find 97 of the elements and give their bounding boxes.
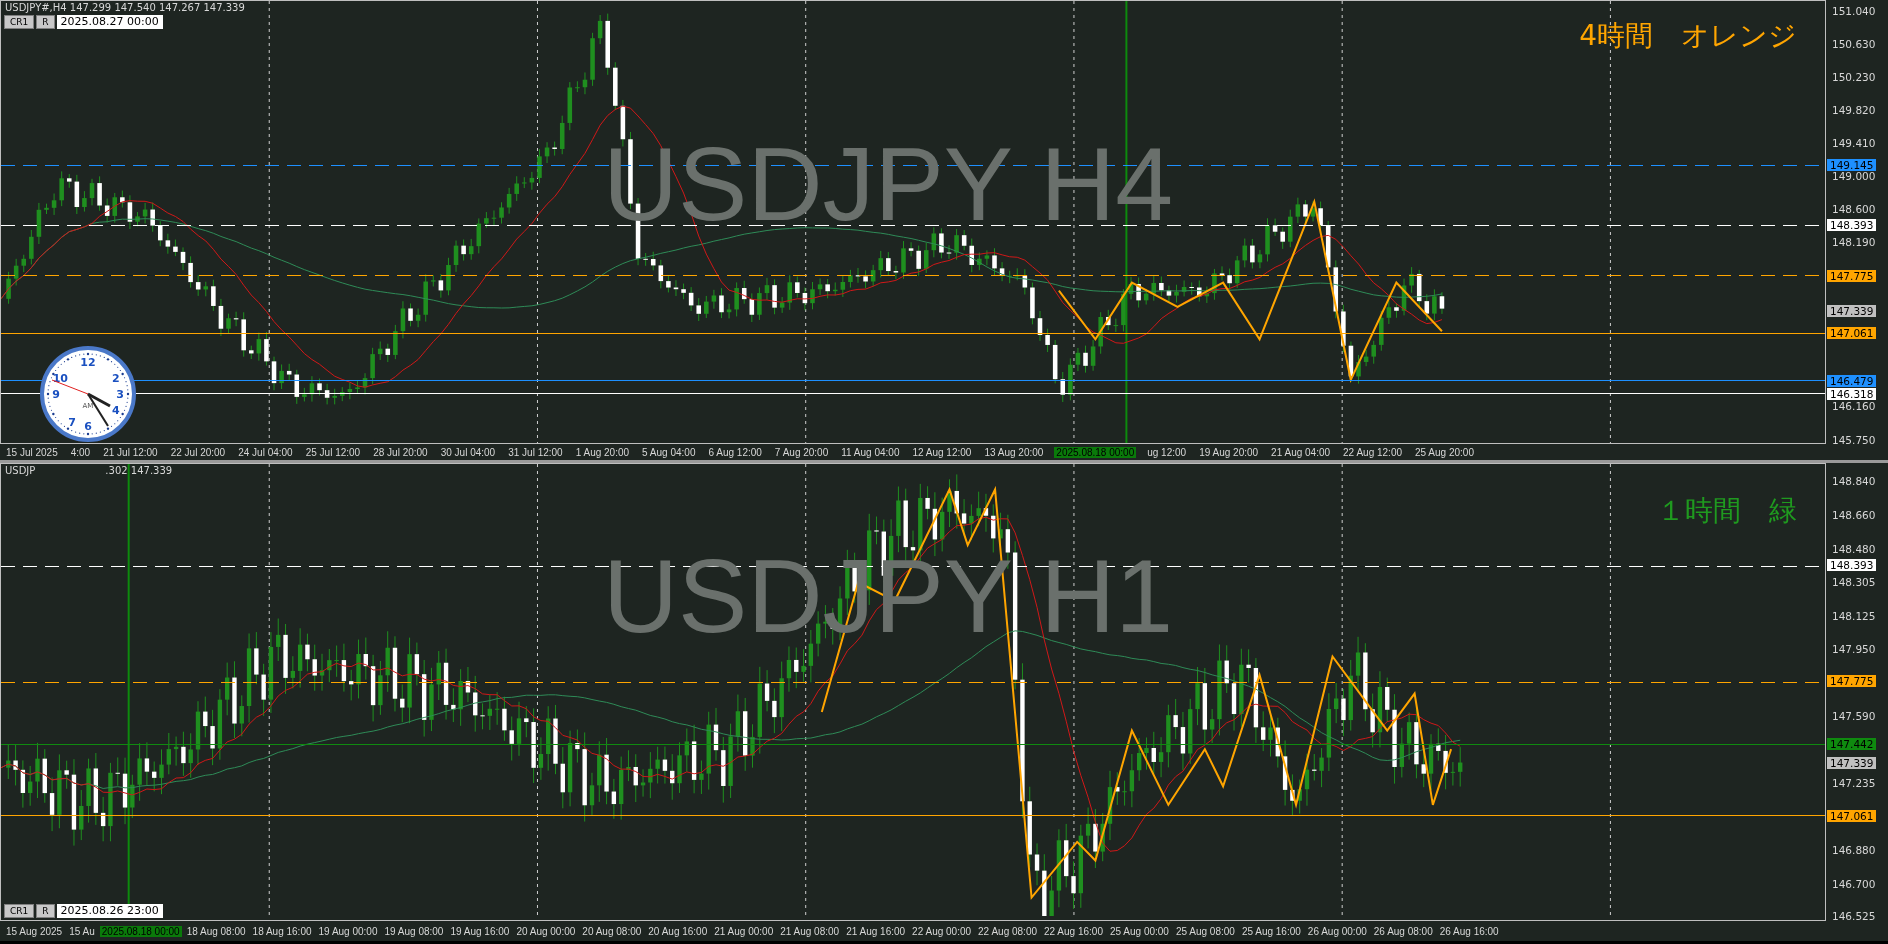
date-field[interactable]: 2025.08.27 00:00 (56, 15, 163, 29)
price-tick: 147.235 (1832, 776, 1876, 789)
time-label: 20 Aug 00:00 (515, 925, 577, 937)
price-level-label: 147.775 (1827, 675, 1877, 688)
time-label: 19 Aug 20:00 (1198, 446, 1260, 458)
clock-numeral: 6 (84, 420, 92, 433)
time-label: 24 Jul 04:00 (237, 446, 294, 458)
time-label: 21 Aug 04:00 (1270, 446, 1332, 458)
toolbar-button[interactable]: CR1 (4, 15, 35, 29)
price-tick: 147.590 (1832, 710, 1876, 723)
clock-numeral: 4 (111, 404, 120, 417)
time-label: 5 Aug 04:00 (641, 446, 697, 458)
toolbar-button[interactable]: CR1 (4, 904, 35, 918)
time-label: 15 Au (68, 925, 96, 937)
price-tick: 146.160 (1832, 400, 1876, 413)
time-label: 21 Aug 00:00 (713, 925, 775, 937)
time-label: 20 Aug 16:00 (647, 925, 709, 937)
price-level-label: 149.145 (1827, 158, 1877, 171)
time-label: 12 Aug 12:00 (911, 446, 973, 458)
price-tick: 148.480 (1832, 542, 1876, 555)
time-label: 11 Aug 04:00 (840, 446, 901, 458)
time-label: 22 Aug 16:00 (1043, 925, 1104, 937)
time-label: 6 Aug 12:00 (707, 446, 763, 458)
time-label: 22 Aug 08:00 (977, 925, 1038, 937)
time-label: ug 12:00 (1146, 446, 1188, 458)
price-tick: 146.880 (1832, 843, 1876, 856)
clock-numeral: 9 (52, 388, 60, 401)
time-label: 18 Aug 08:00 (185, 925, 247, 937)
time-label: 20 Aug 08:00 (581, 925, 643, 937)
time-label: 22 Jul 20:00 (169, 446, 227, 458)
price-tick: 148.840 (1832, 475, 1876, 488)
time-label: 19 Aug 00:00 (317, 925, 379, 937)
price-tick: 148.190 (1832, 235, 1876, 248)
price-tick: 148.600 (1832, 202, 1876, 215)
time-label: 18 Aug 16:00 (251, 925, 313, 937)
price-tick: 150.230 (1832, 70, 1876, 83)
price-tick: 148.305 (1832, 575, 1876, 588)
price-level-label: 146.479 (1827, 374, 1877, 387)
price-level-label: 147.339 (1827, 304, 1877, 317)
chart-header-text: .302 147.339 (105, 465, 173, 476)
time-label: 15 Jul 2025 (5, 446, 59, 458)
time-label: 15 Aug 2025 (5, 925, 64, 937)
price-tick: 148.125 (1832, 609, 1876, 622)
time-label: 21 Aug 08:00 (779, 925, 841, 937)
chart-header-text: USDJPY#,H4 147.299 147.540 147.267 147.339 (5, 2, 245, 13)
time-label: 22 Aug 12:00 (1342, 446, 1403, 458)
time-label: 1 Aug 20:00 (574, 446, 631, 458)
price-tick: 149.410 (1832, 137, 1876, 150)
time-label: 21 Jul 12:00 (102, 446, 159, 458)
time-label: 31 Jul 12:00 (507, 446, 564, 458)
clock-numeral: 3 (116, 388, 124, 401)
time-label: 25 Aug 08:00 (1174, 925, 1236, 937)
chart-note: １時間 緑 (1657, 493, 1797, 529)
price-level-label: 146.318 (1827, 387, 1877, 400)
time-label: 25 Aug 20:00 (1414, 446, 1475, 458)
price-tick: 149.000 (1832, 170, 1876, 183)
price-tick: 146.525 (1832, 910, 1876, 923)
chart-header-text: USDJP (5, 465, 36, 476)
price-tick: 146.700 (1832, 877, 1876, 890)
price-tick: 151.040 (1832, 5, 1876, 18)
price-level-label: 147.339 (1827, 757, 1877, 770)
time-label: 13 Aug 20:00 (983, 446, 1045, 458)
price-level-label: 147.061 (1827, 809, 1877, 822)
toolbar-button[interactable]: R (36, 15, 55, 29)
time-label: 25 Aug 00:00 (1108, 925, 1170, 937)
price-tick: 145.750 (1832, 433, 1876, 446)
price-tick: 150.630 (1832, 38, 1876, 51)
time-label: 22 Aug 00:00 (911, 925, 973, 937)
price-level-label: 148.393 (1827, 559, 1877, 572)
time-label: 26 Aug 00:00 (1306, 925, 1368, 937)
time-label: 25 Aug 16:00 (1240, 925, 1302, 937)
time-label: 4:00 (69, 446, 92, 458)
time-label: 30 Jul 04:00 (439, 446, 497, 458)
price-level-label: 147.442 (1827, 738, 1877, 751)
clock-numeral: 7 (68, 415, 76, 429)
price-level-label: 147.061 (1827, 327, 1877, 340)
date-field[interactable]: 2025.08.26 23:00 (56, 904, 163, 918)
time-label: 26 Aug 16:00 (1438, 925, 1500, 937)
time-label: 7 Aug 20:00 (773, 446, 830, 458)
price-level-label: 147.775 (1827, 269, 1877, 282)
time-label: 26 Aug 08:00 (1372, 925, 1434, 937)
time-label: 28 Jul 20:00 (372, 446, 429, 458)
price-tick: 148.660 (1832, 509, 1876, 522)
time-label: 2025.08.18 00:00 (99, 925, 182, 937)
chart-note: 4時間 オレンジ (1579, 18, 1797, 54)
time-label: 2025.08.18 00:00 (1054, 446, 1137, 458)
price-tick: 147.950 (1832, 642, 1876, 655)
price-level-label: 148.393 (1827, 219, 1877, 232)
time-label: 25 Jul 12:00 (304, 446, 362, 458)
time-label: 19 Aug 08:00 (383, 925, 445, 937)
time-label: 21 Aug 16:00 (845, 925, 907, 937)
toolbar-button[interactable]: R (36, 904, 55, 918)
clock-numeral: 12 (80, 356, 96, 369)
clock-numeral: 2 (111, 372, 120, 385)
clock-numeral: 10 (52, 372, 68, 385)
price-tick: 149.820 (1832, 103, 1876, 116)
time-label: 19 Aug 16:00 (449, 925, 511, 937)
